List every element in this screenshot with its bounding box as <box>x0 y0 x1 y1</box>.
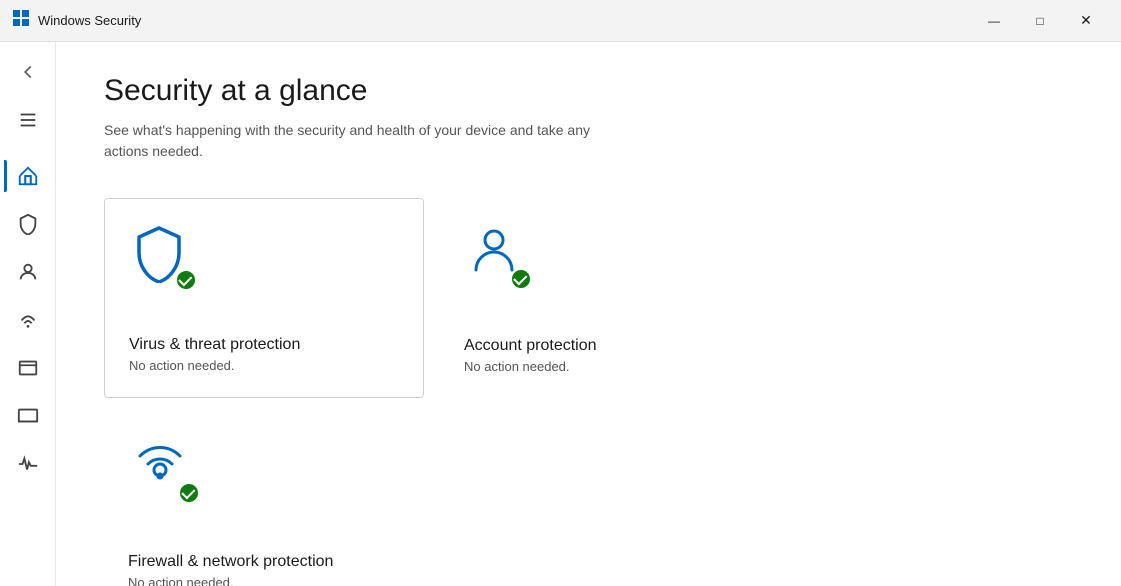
card-account-title: Account protection <box>464 337 736 355</box>
card-virus-text: Virus & threat protection No action need… <box>129 336 399 373</box>
sidebar-item-network[interactable] <box>4 298 52 342</box>
title-bar-left: Windows Security <box>12 9 141 32</box>
sidebar-item-health[interactable] <box>4 442 52 486</box>
card-account-status: No action needed. <box>464 359 736 374</box>
app-container: Security at a glance See what's happenin… <box>0 42 1121 586</box>
card-firewall[interactable]: Firewall & network protection No action … <box>104 414 424 586</box>
firewall-icon <box>128 438 192 502</box>
check-badge-account <box>510 268 532 290</box>
title-bar: Windows Security — □ ✕ <box>0 0 1121 42</box>
sidebar-item-account[interactable] <box>4 250 52 294</box>
sidebar-item-device[interactable] <box>4 394 52 438</box>
cards-grid: Virus & threat protection No action need… <box>104 198 1073 586</box>
account-protection-icon <box>464 222 528 286</box>
card-virus-title: Virus & threat protection <box>129 336 399 354</box>
sidebar-item-menu[interactable] <box>4 98 52 142</box>
sidebar-item-virus[interactable] <box>4 202 52 246</box>
card-firewall-text: Firewall & network protection No action … <box>128 553 400 586</box>
sidebar <box>0 42 56 586</box>
maximize-button[interactable]: □ <box>1017 6 1063 36</box>
window-title: Windows Security <box>38 13 141 28</box>
app-icon <box>12 9 30 32</box>
card-account[interactable]: Account protection No action needed. <box>440 198 760 398</box>
minimize-button[interactable]: — <box>971 6 1017 36</box>
check-badge-firewall <box>178 482 200 504</box>
sidebar-item-app[interactable] <box>4 346 52 390</box>
card-firewall-status: No action needed. <box>128 575 400 586</box>
page-subtitle: See what's happening with the security a… <box>104 120 604 162</box>
close-button[interactable]: ✕ <box>1063 6 1109 36</box>
sidebar-item-back[interactable] <box>4 50 52 94</box>
main-content: Security at a glance See what's happenin… <box>56 42 1121 586</box>
card-account-text: Account protection No action needed. <box>464 337 736 374</box>
card-firewall-title: Firewall & network protection <box>128 553 400 571</box>
virus-shield-icon <box>129 223 193 287</box>
page-title: Security at a glance <box>104 74 1073 108</box>
card-virus[interactable]: Virus & threat protection No action need… <box>104 198 424 398</box>
sidebar-item-home[interactable] <box>4 154 52 198</box>
card-virus-status: No action needed. <box>129 358 399 373</box>
window-controls: — □ ✕ <box>971 6 1109 36</box>
check-badge-virus <box>175 269 197 291</box>
